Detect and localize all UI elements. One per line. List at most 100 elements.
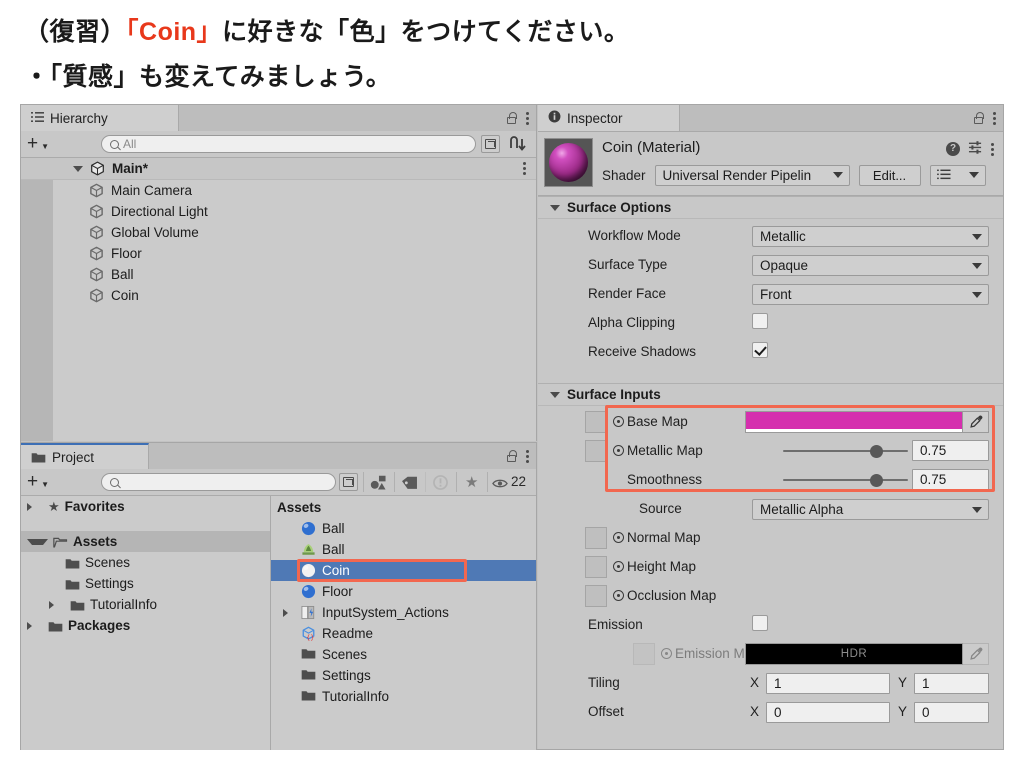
emission-map-color-field[interactable]: HDR <box>745 643 989 665</box>
hierarchy-search-input[interactable]: All <box>101 135 476 153</box>
project-visible-count[interactable]: 22 <box>487 472 536 492</box>
chevron-right-icon[interactable] <box>49 600 65 609</box>
project-add-button[interactable]: + ▼ <box>27 472 49 491</box>
asset-item-inputsystem_actions[interactable]: InputSystem_Actions <box>271 602 536 623</box>
chevron-right-icon[interactable] <box>27 502 43 511</box>
project-search-input[interactable] <box>101 473 336 491</box>
asset-item-readme[interactable]: {} Readme <box>271 623 536 644</box>
surface-type-dropdown[interactable]: Opaque <box>752 255 989 276</box>
lock-icon[interactable] <box>506 450 517 462</box>
project-expand-button[interactable] <box>339 473 358 491</box>
hierarchy-item-floor[interactable]: Floor <box>21 243 536 264</box>
offset-x-field[interactable]: 0 <box>766 702 890 723</box>
base-map-color-swatch[interactable] <box>745 411 963 433</box>
tab-hierarchy[interactable]: Hierarchy <box>21 105 179 131</box>
help-icon[interactable]: ? <box>946 141 960 156</box>
project-menu-icon[interactable] <box>526 449 530 463</box>
project-favorites-filter-button[interactable]: ★ <box>456 472 487 492</box>
shader-preset-button[interactable] <box>929 164 986 186</box>
inspector-menu-icon[interactable] <box>993 111 997 125</box>
hierarchy-row-scene[interactable]: Main* <box>21 158 536 180</box>
smoothness-slider-knob[interactable] <box>870 474 884 487</box>
project-tree-item-label: Assets <box>73 534 118 549</box>
slide-heading-suffix: に好きな「色」をつけてください。 <box>222 18 630 46</box>
height-map-override-toggle[interactable] <box>613 561 624 572</box>
hierarchy-scene-menu-icon[interactable] <box>523 161 527 175</box>
project-tree-item-packages[interactable]: Packages <box>21 615 270 636</box>
lock-icon[interactable] <box>506 112 517 124</box>
project-tree-item-scenes[interactable]: Scenes <box>21 552 270 573</box>
emission-checkbox[interactable] <box>752 615 768 631</box>
tab-project[interactable]: Project <box>21 443 149 469</box>
lock-icon[interactable] <box>973 112 984 124</box>
source-dropdown[interactable]: Metallic Alpha <box>752 499 989 520</box>
metallic-map-texture-slot[interactable] <box>585 440 607 462</box>
chevron-right-icon[interactable] <box>283 609 288 617</box>
hierarchy-expand-button[interactable] <box>481 135 500 153</box>
project-tree-item-tutorialinfo[interactable]: TutorialInfo <box>21 594 270 615</box>
eyedropper-icon[interactable] <box>963 411 989 433</box>
row-height-map: Height Map <box>538 553 1003 582</box>
smoothness-slider[interactable] <box>783 469 908 491</box>
smoothness-value-field[interactable]: 0.75 <box>912 469 989 490</box>
emission-map-texture-slot[interactable] <box>633 643 655 665</box>
metallic-map-override-toggle[interactable] <box>613 445 624 456</box>
occlusion-map-override-toggle[interactable] <box>613 590 624 601</box>
hierarchy-item-directional-light[interactable]: Directional Light <box>21 201 536 222</box>
emission-map-override-toggle[interactable] <box>661 648 672 659</box>
metallic-map-slider-knob[interactable] <box>870 445 884 458</box>
eyedropper-icon[interactable] <box>963 643 989 665</box>
hierarchy-sort-button[interactable] <box>508 136 528 153</box>
metallic-map-slider[interactable] <box>783 440 908 462</box>
base-map-texture-slot[interactable] <box>585 411 607 433</box>
asset-item-ball[interactable]: Ball <box>271 539 536 560</box>
tab-inspector[interactable]: Inspector <box>538 105 680 131</box>
normal-map-texture-slot[interactable] <box>585 527 607 549</box>
project-filter-label-button[interactable] <box>394 472 425 492</box>
tiling-x-field[interactable]: 1 <box>766 673 890 694</box>
offset-y-field[interactable]: 0 <box>914 702 989 723</box>
hierarchy-menu-icon[interactable] <box>526 111 530 125</box>
shader-edit-button[interactable]: Edit... <box>858 164 921 186</box>
project-warning-filter-button[interactable] <box>425 472 456 492</box>
project-tree-item-settings[interactable]: Settings <box>21 573 270 594</box>
section-surface-options[interactable]: Surface Options <box>538 196 1003 219</box>
height-map-texture-slot[interactable] <box>585 556 607 578</box>
base-map-color-field[interactable] <box>745 411 989 433</box>
hierarchy-item-ball[interactable]: Ball <box>21 264 536 285</box>
asset-item-settings[interactable]: Settings <box>271 665 536 686</box>
preset-icon[interactable] <box>968 140 983 157</box>
metallic-map-value-field[interactable]: 0.75 <box>912 440 989 461</box>
chevron-down-icon[interactable] <box>73 165 83 172</box>
tiling-y-field[interactable]: 1 <box>914 673 989 694</box>
asset-item-scenes[interactable]: Scenes <box>271 644 536 665</box>
asset-item-tutorialinfo[interactable]: TutorialInfo <box>271 686 536 707</box>
hierarchy-item-coin[interactable]: Coin <box>21 285 536 306</box>
project-tree-item-favorites[interactable]: ★ Favorites <box>21 496 270 517</box>
chevron-right-icon[interactable] <box>27 621 43 630</box>
occlusion-map-texture-slot[interactable] <box>585 585 607 607</box>
asset-item-ball[interactable]: Ball <box>271 518 536 539</box>
emission-map-color-swatch[interactable]: HDR <box>745 643 963 665</box>
project-tree-item-assets[interactable]: Assets <box>21 531 270 552</box>
project-filter-type-button[interactable] <box>363 472 394 492</box>
normal-map-override-toggle[interactable] <box>613 532 624 543</box>
render-face-dropdown[interactable]: Front <box>752 284 989 305</box>
alpha-clipping-checkbox[interactable] <box>752 313 768 329</box>
receive-shadows-checkbox[interactable] <box>752 342 768 358</box>
hierarchy-item-global-volume[interactable]: Global Volume <box>21 222 536 243</box>
inspector-material-menu-icon[interactable] <box>991 142 995 156</box>
inspector-material-header: Coin (Material) ? Shader Universal Rende… <box>538 132 1003 196</box>
surface-inputs-title: Surface Inputs <box>567 387 661 402</box>
asset-item-floor[interactable]: Floor <box>271 581 536 602</box>
base-map-override-toggle[interactable] <box>613 416 624 427</box>
section-surface-inputs[interactable]: Surface Inputs <box>538 383 1003 406</box>
hierarchy-item-main-camera[interactable]: Main Camera <box>21 180 536 201</box>
workflow-mode-dropdown[interactable]: Metallic <box>752 226 989 247</box>
hierarchy-add-button[interactable]: + ▼ <box>27 134 49 153</box>
slide-heading-line-2: ・「質感」も変えてみましょう。 <box>24 63 392 91</box>
shader-dropdown[interactable]: Universal Render Pipelin <box>654 164 850 186</box>
surface-type-value: Opaque <box>760 258 809 273</box>
asset-item-coin[interactable]: Coin <box>271 560 536 581</box>
chevron-down-icon[interactable] <box>27 538 48 545</box>
